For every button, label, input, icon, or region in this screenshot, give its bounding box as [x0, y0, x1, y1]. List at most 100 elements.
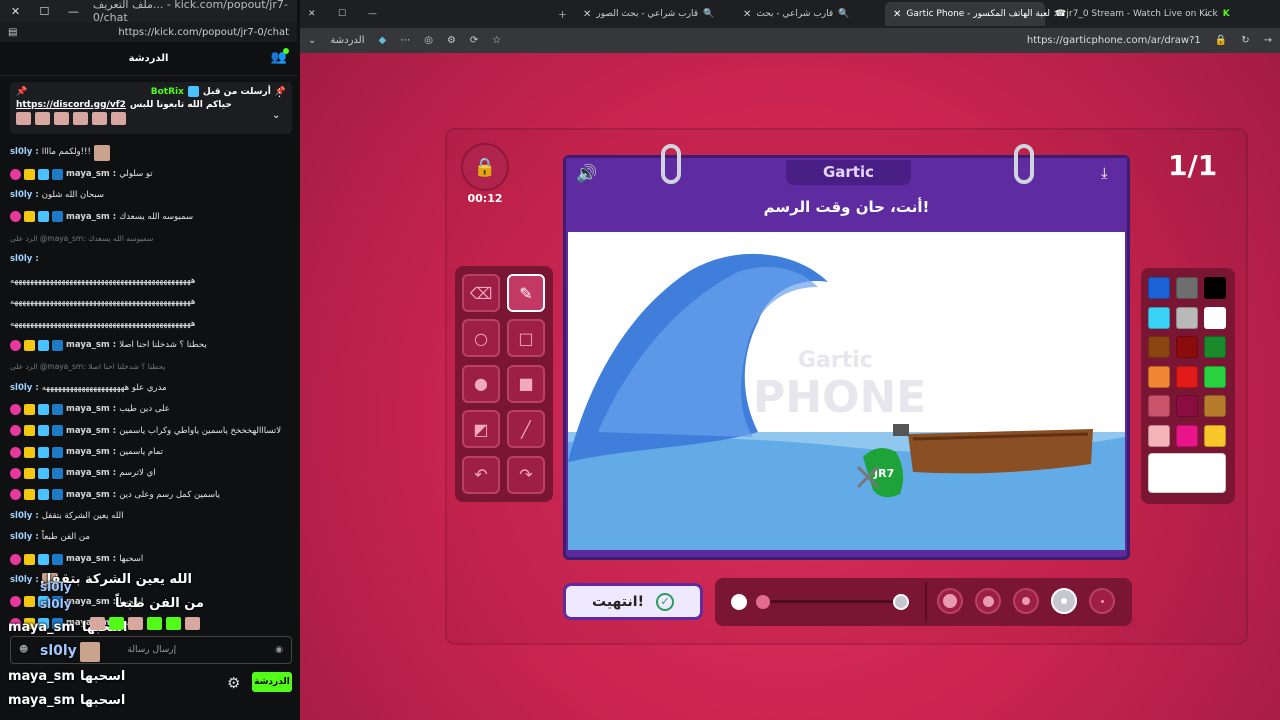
color-swatch[interactable]	[1148, 365, 1170, 388]
chat-username[interactable]: sl0ly	[10, 384, 32, 393]
redo-icon[interactable]: ↷	[507, 455, 545, 494]
tab-search[interactable]: ✕ قارب شراعي - بحث 🔍	[735, 2, 885, 26]
copilot-icon[interactable]: ◆	[379, 35, 387, 46]
undo-icon[interactable]: ↶	[462, 455, 500, 494]
color-swatch[interactable]	[1148, 424, 1170, 447]
color-swatch[interactable]	[1176, 424, 1198, 447]
back-icon[interactable]: →	[1264, 35, 1272, 46]
eraser-icon[interactable]: ⌫	[462, 274, 500, 312]
color-swatch[interactable]	[1176, 336, 1198, 358]
brush-size-5[interactable]	[937, 588, 963, 614]
drawing-canvas[interactable]: Gartic PHONE JR7	[568, 232, 1125, 550]
color-swatch[interactable]	[1204, 336, 1226, 358]
close-icon[interactable]: ✕	[1053, 9, 1061, 20]
color-swatch[interactable]	[1148, 306, 1170, 329]
close-icon[interactable]: ✕	[893, 9, 901, 20]
chat-username[interactable]: sl0ly	[10, 191, 32, 200]
brush-size-3[interactable]	[1013, 588, 1039, 614]
square-outline-icon[interactable]: □	[507, 319, 545, 358]
send-button[interactable]: الدردشة	[252, 672, 292, 692]
url-text[interactable]: https://kick.com/popout/jr7-0/chat	[118, 27, 289, 38]
record-icon[interactable]: ◉	[275, 645, 283, 655]
chat-text: الله يعين الشركة بتقفل	[41, 511, 124, 522]
chat-username[interactable]: sl0ly	[10, 576, 32, 585]
color-swatch[interactable]	[1204, 365, 1226, 388]
circle-outline-icon[interactable]: ○	[462, 319, 500, 358]
color-swatch[interactable]	[1204, 424, 1226, 447]
minimize-window-icon[interactable]: —	[64, 5, 83, 18]
color-swatch[interactable]	[1176, 365, 1198, 388]
minimize-window-icon[interactable]: —	[360, 2, 390, 26]
color-swatch[interactable]	[1204, 277, 1226, 299]
close-window-icon[interactable]: ✕	[6, 5, 25, 18]
chat-username[interactable]: sl0ly	[10, 148, 32, 157]
maximize-window-icon[interactable]: ☐	[35, 5, 54, 18]
color-swatch[interactable]	[1176, 277, 1198, 299]
users-icon[interactable]: 👥	[271, 48, 289, 65]
menu-icon[interactable]: ▤	[8, 27, 17, 38]
maximize-window-icon[interactable]: ☐	[330, 2, 360, 26]
chat-username[interactable]: maya_sm	[66, 555, 110, 564]
badge-icon	[38, 211, 49, 223]
more-icon[interactable]: ⋮	[274, 86, 285, 99]
color-swatch[interactable]	[1148, 336, 1170, 358]
brush-size-1[interactable]	[1089, 588, 1115, 614]
chat-username[interactable]: maya_sm	[66, 448, 110, 457]
chevron-down-icon[interactable]: ⌄	[1195, 2, 1219, 26]
color-swatch[interactable]	[1148, 277, 1170, 299]
reload-icon[interactable]: ↻	[1241, 35, 1249, 46]
address-bar[interactable]: ▤ https://kick.com/popout/jr7-0/chat	[0, 22, 297, 42]
chat-username[interactable]: maya_sm	[66, 213, 110, 222]
sidebar-label[interactable]: الدردشة	[330, 35, 364, 46]
color-swatch[interactable]	[1176, 395, 1198, 417]
chat-username[interactable]: maya_sm	[66, 427, 110, 436]
chat-username[interactable]: maya_sm	[66, 170, 110, 179]
tab-images[interactable]: ✕ قارب شراعي - بحث الصور 🔍	[575, 2, 735, 26]
close-icon[interactable]: ✕	[743, 9, 751, 20]
chat-username[interactable]: maya_sm	[66, 341, 110, 350]
brush-size-4[interactable]	[975, 588, 1001, 614]
chat-username[interactable]: maya_sm	[66, 491, 110, 500]
more-icon[interactable]: ⋯	[400, 35, 410, 46]
download-icon[interactable]: ⤓	[1101, 164, 1108, 182]
refresh-icon[interactable]: ⟳	[470, 35, 478, 46]
tools-icon[interactable]: ⚙	[447, 35, 456, 46]
done-button[interactable]: انتهيت! ✓	[563, 583, 703, 620]
bucket-icon[interactable]: ◩	[462, 410, 500, 449]
close-window-icon[interactable]: ✕	[300, 2, 330, 26]
pinned-link[interactable]: https://discord.gg/vf2	[16, 100, 126, 110]
tab-kick[interactable]: ✕ jr7_0 Stream - Watch Live on Kick K	[1045, 2, 1230, 26]
emoji-icon[interactable]: ☻	[19, 645, 28, 655]
color-swatch[interactable]	[1148, 395, 1170, 417]
line-icon[interactable]: ╱	[507, 410, 545, 449]
close-icon[interactable]: ✕	[583, 9, 591, 20]
chat-username[interactable]: maya_sm	[66, 405, 110, 414]
url-text[interactable]: https://garticphone.com/ar/draw?1	[1027, 35, 1201, 46]
chevron-down-icon[interactable]: ⌄	[272, 110, 280, 121]
star-icon[interactable]: ☆	[492, 35, 501, 46]
gear-icon[interactable]: ⚙	[227, 674, 240, 692]
chat-username[interactable]: sl0ly	[10, 255, 32, 264]
opacity-handle[interactable]	[756, 595, 770, 609]
chat-username[interactable]: sl0ly	[10, 533, 32, 542]
extension-icon[interactable]: ◎	[424, 35, 433, 46]
chat-username[interactable]: sl0ly	[10, 512, 32, 521]
brush-controls	[715, 578, 1132, 626]
circle-fill-icon[interactable]: ●	[462, 364, 500, 403]
pencil-icon[interactable]: ✎	[507, 274, 545, 312]
svg-text:Gartic: Gartic	[798, 348, 873, 373]
square-fill-icon[interactable]: ■	[507, 364, 545, 403]
tab-gartic[interactable]: ✕ Gartic Phone - لعبة الهاتف المكسور ☎	[885, 2, 1066, 26]
color-swatch[interactable]	[1204, 395, 1226, 417]
color-swatch[interactable]	[1204, 306, 1226, 329]
opacity-slider[interactable]	[765, 600, 897, 603]
pinned-user[interactable]: BotRix	[151, 87, 184, 97]
check-icon: ✓	[655, 592, 674, 611]
chat-username[interactable]: maya_sm	[66, 598, 110, 607]
brush-size-2[interactable]	[1051, 588, 1077, 614]
chat-username[interactable]: maya_sm	[66, 469, 110, 478]
speaker-icon[interactable]: 🔊	[576, 164, 597, 184]
color-swatch[interactable]	[1176, 306, 1198, 329]
new-tab-icon[interactable]: ＋	[550, 2, 575, 26]
chevron-down-icon[interactable]: ⌄	[308, 35, 316, 46]
